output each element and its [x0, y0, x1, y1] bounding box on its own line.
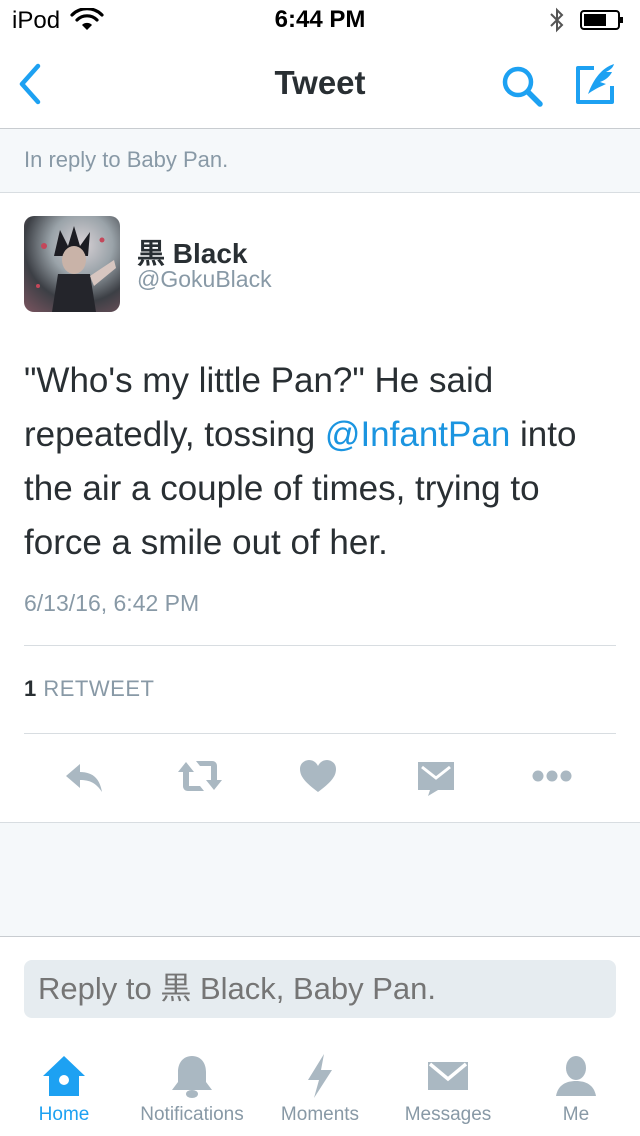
tab-messages[interactable]: Messages: [384, 1040, 512, 1136]
divider: [24, 733, 616, 734]
status-bar: iPod 6:44 PM: [0, 0, 640, 40]
reply-context-banner: In reply to Baby Pan.: [0, 129, 640, 193]
divider: [24, 645, 616, 646]
direct-message-icon[interactable]: [414, 756, 458, 796]
heart-icon[interactable]: [296, 756, 340, 796]
tab-label: Me: [562, 1104, 590, 1125]
bell-icon: [172, 1056, 212, 1098]
lightning-icon: [308, 1054, 332, 1098]
tab-bar: Home Notifications Moments Messages Me: [0, 1040, 640, 1136]
retweet-stats[interactable]: 1 RETWEET: [24, 676, 154, 702]
person-icon: [556, 1056, 596, 1096]
bluetooth-icon: [550, 7, 564, 33]
tweet-timestamp: 6/13/16, 6:42 PM: [24, 590, 200, 616]
tab-notifications[interactable]: Notifications: [128, 1040, 256, 1136]
avatar[interactable]: [24, 216, 120, 312]
reply-icon[interactable]: [62, 756, 106, 796]
navigation-bar: Tweet: [0, 40, 640, 129]
envelope-icon: [428, 1062, 468, 1090]
more-icon[interactable]: [530, 756, 574, 796]
search-icon[interactable]: [498, 62, 546, 110]
clock: 6:44 PM: [274, 6, 366, 33]
tab-label: Home: [38, 1104, 90, 1125]
battery-icon: [580, 10, 623, 30]
avatar-image: [36, 226, 116, 312]
retweet-label: RETWEET: [43, 676, 155, 701]
retweet-count: 1: [24, 676, 37, 701]
home-icon: [43, 1056, 85, 1096]
mention-link[interactable]: @InfantPan: [325, 415, 510, 454]
retweet-icon[interactable]: [176, 756, 224, 796]
tab-label: Messages: [404, 1104, 492, 1125]
tweet-text: "Who's my little Pan?" He said repeatedl…: [24, 354, 624, 570]
tab-label: Moments: [280, 1104, 360, 1125]
author-handle[interactable]: @GokuBlack: [137, 266, 272, 293]
tab-home[interactable]: Home: [0, 1040, 128, 1136]
tab-moments[interactable]: Moments: [256, 1040, 384, 1136]
tab-label: Notifications: [140, 1104, 244, 1125]
tab-me[interactable]: Me: [512, 1040, 640, 1136]
replies-area: [0, 822, 640, 937]
reply-context-text: In reply to Baby Pan.: [24, 147, 229, 172]
compose-icon[interactable]: [572, 60, 620, 108]
reply-input[interactable]: [24, 960, 616, 1018]
